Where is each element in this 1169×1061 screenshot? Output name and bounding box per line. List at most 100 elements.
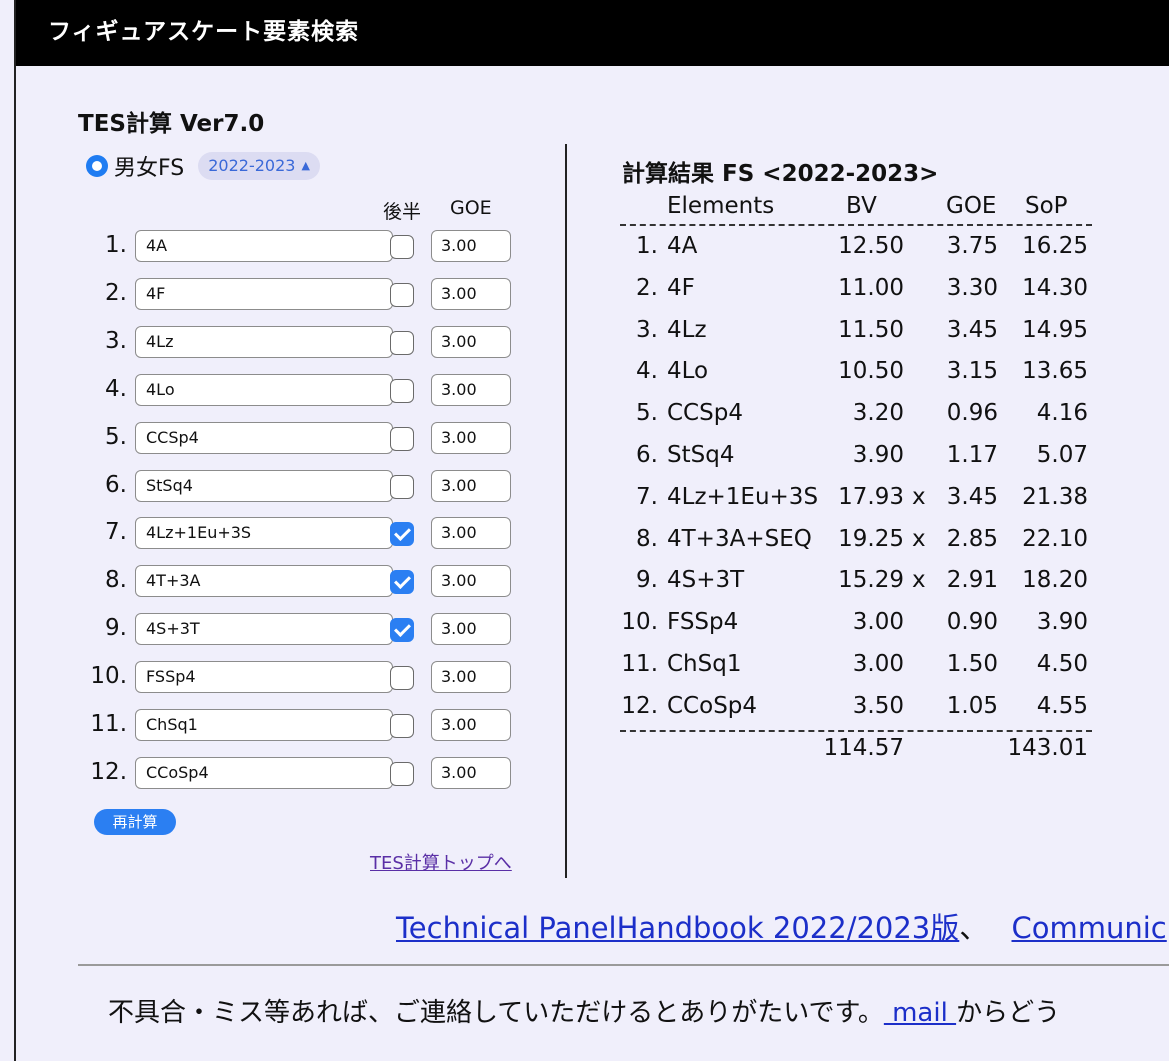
goe-input[interactable]: 3.00: [431, 277, 511, 310]
element-input[interactable]: CCoSp4: [135, 756, 393, 789]
goe-input[interactable]: 3.00: [431, 517, 511, 550]
element-input[interactable]: 4Lz: [135, 325, 393, 358]
result-row-number: 3.: [636, 316, 658, 343]
result-element: 4A: [667, 233, 698, 259]
row-number: 11.: [90, 711, 127, 737]
goe-input[interactable]: 3.00: [431, 325, 511, 358]
second-half-checkbox[interactable]: [390, 522, 414, 547]
goe-input[interactable]: 3.00: [431, 661, 511, 694]
element-input[interactable]: 4T+3A: [135, 565, 393, 598]
element-input[interactable]: 4S+3T: [135, 613, 393, 646]
footer-after-text: からどう: [956, 998, 1061, 1028]
result-bv: 3.00: [852, 609, 904, 636]
result-row-number: 7.: [636, 483, 658, 510]
element-row: 3. 4Lz 3.00: [84, 325, 524, 360]
second-half-checkbox[interactable]: [390, 235, 414, 259]
result-goe: 1.05: [946, 692, 998, 719]
footer-message: 不具合・ミス等あれば、ご連絡していただけるとありがたいです。 mail からどう: [108, 992, 1060, 1029]
second-half-checkbox[interactable]: [390, 474, 414, 499]
element-input[interactable]: ChSq1: [135, 709, 393, 741]
result-row: 2. 4F 11.00 3.30 14.30: [620, 275, 1100, 315]
element-input[interactable]: CCSp4: [135, 421, 393, 454]
result-sop: 4.50: [1036, 651, 1088, 677]
row-number: 2.: [105, 279, 127, 306]
element-input[interactable]: StSq4: [135, 469, 393, 502]
second-half-checkbox[interactable]: [390, 761, 414, 786]
second-half-checkbox[interactable]: [390, 426, 414, 451]
result-element: 4Lo: [667, 358, 709, 385]
element-input[interactable]: 4Lo: [135, 373, 393, 406]
result-element: CCSp4: [667, 400, 743, 427]
second-half-checkbox[interactable]: [390, 618, 414, 643]
season-select[interactable]: 2022-2023 ▲︎: [198, 152, 320, 180]
result-element: 4T+3A+SEQ: [667, 525, 812, 552]
goe-input[interactable]: 3.00: [431, 230, 511, 262]
row-number: 9.: [105, 615, 127, 642]
result-row-number: 5.: [636, 400, 658, 427]
result-bv: 15.29: [838, 567, 904, 594]
element-input[interactable]: 4Lz+1Eu+3S: [135, 517, 393, 550]
result-element: 4Lz+1Eu+3S: [667, 483, 819, 510]
category-radio[interactable]: [86, 155, 108, 177]
result-bv: 17.93: [838, 483, 904, 510]
goe-input[interactable]: 3.00: [431, 469, 511, 502]
row-number: 6.: [105, 471, 127, 498]
result-bv: 19.25: [838, 525, 904, 552]
result-bv: 3.20: [852, 400, 904, 427]
result-header-bv: BV: [846, 193, 877, 219]
element-row: 4. 4Lo 3.00: [84, 373, 524, 408]
tes-top-link[interactable]: TES計算トップへ: [370, 849, 512, 875]
element-row: 7. 4Lz+1Eu+3S 3.00: [84, 517, 524, 551]
mail-link[interactable]: mail: [884, 998, 956, 1028]
second-half-checkbox[interactable]: [390, 570, 414, 595]
element-input[interactable]: 4A: [135, 230, 393, 262]
goe-input[interactable]: 3.00: [431, 565, 511, 598]
result-sop: 22.10: [1022, 525, 1088, 552]
second-half-checkbox[interactable]: [390, 282, 414, 307]
result-header-elements: Elements: [667, 193, 775, 219]
element-row: 10. FSSp4 3.00: [84, 661, 524, 695]
result-sop: 3.90: [1036, 609, 1088, 636]
result-goe: 2.85: [946, 525, 998, 552]
result-bottom-divider: [620, 730, 1092, 732]
recalc-button[interactable]: 再計算: [94, 809, 176, 835]
result-row-number: 10.: [621, 609, 658, 636]
element-row: 1. 4A 3.00: [84, 230, 524, 264]
result-row: 6. StSq4 3.90 1.17 5.07: [620, 442, 1100, 482]
result-row: 3. 4Lz 11.50 3.45 14.95: [620, 317, 1100, 357]
result-element: 4F: [667, 274, 695, 301]
goe-input[interactable]: 3.00: [431, 421, 511, 454]
result-sop: 14.30: [1022, 274, 1088, 301]
result-element: CCoSp4: [667, 692, 758, 719]
element-row: 8. 4T+3A 3.00: [84, 565, 524, 599]
link-separator: 、: [959, 911, 989, 945]
goe-input[interactable]: 3.00: [431, 709, 511, 741]
footer-text: 不具合・ミス等あれば、ご連絡していただけるとありがたいです。: [108, 998, 884, 1028]
element-input[interactable]: 4F: [135, 277, 393, 310]
result-row-number: 2.: [636, 274, 658, 301]
result-sop: 14.95: [1022, 316, 1088, 343]
total-sop: 143.01: [1007, 735, 1088, 761]
reference-links: Technical PanelHandbook 2022/2023版、 Comm…: [396, 905, 1167, 947]
element-input[interactable]: FSSp4: [135, 661, 393, 694]
communication-link[interactable]: Communic: [1012, 911, 1167, 945]
element-row: 2. 4F 3.00: [84, 277, 524, 312]
goe-input[interactable]: 3.00: [431, 613, 511, 646]
footer-divider: [78, 964, 1169, 966]
page-left-border: [14, 0, 16, 1061]
result-row: 1. 4A 12.50 3.75 16.25: [620, 233, 1100, 273]
result-goe: 1.17: [946, 442, 998, 468]
second-half-checkbox[interactable]: [390, 714, 414, 738]
second-half-checkbox[interactable]: [390, 378, 414, 403]
result-sop: 5.07: [1036, 442, 1088, 468]
chevron-up-down-icon: ▲︎: [301, 159, 310, 172]
result-goe: 3.45: [946, 483, 998, 510]
result-element: FSSp4: [667, 609, 739, 636]
goe-input[interactable]: 3.00: [431, 756, 511, 789]
result-row-number: 8.: [636, 525, 658, 552]
handbook-link[interactable]: Technical PanelHandbook 2022/2023版: [396, 911, 959, 945]
second-half-checkbox[interactable]: [390, 330, 414, 355]
goe-input[interactable]: 3.00: [431, 373, 511, 406]
second-half-checkbox[interactable]: [390, 666, 414, 691]
result-goe: 3.75: [946, 233, 998, 259]
